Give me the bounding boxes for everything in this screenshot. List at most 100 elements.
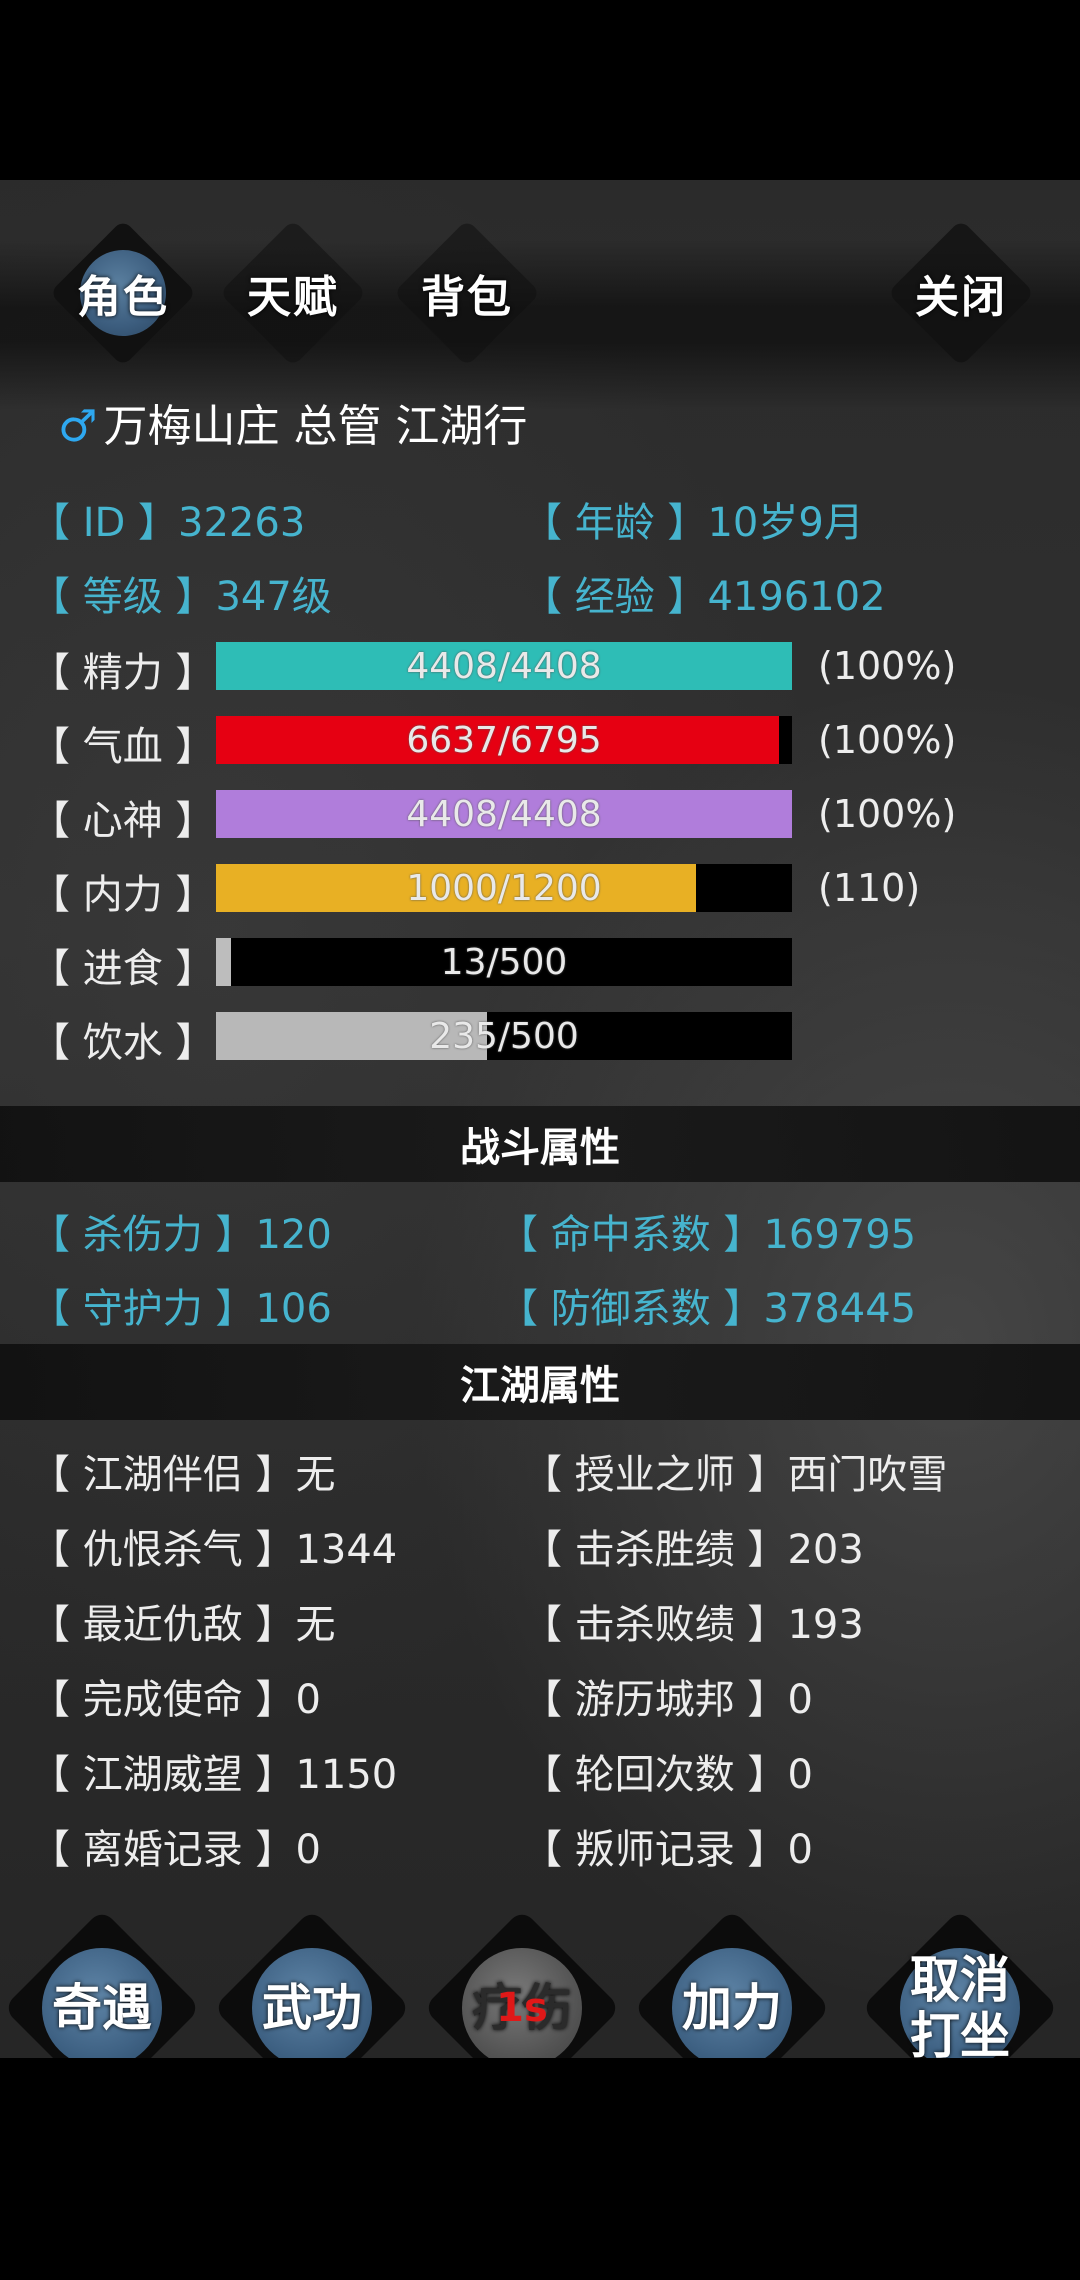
attr-value: 无 (295, 1452, 336, 1498)
def-coef-label: 【 防御系数 】 (498, 1286, 764, 1332)
stat-bar-value: 235/500 (429, 1015, 579, 1057)
section-jianghu-title: 江湖属性 (460, 1363, 620, 1409)
jianghu-attr-left: 【 江湖伴侣 】无 (30, 1442, 335, 1500)
attr-label: 【 叛师记录 】 (522, 1827, 788, 1873)
jianghu-attr-left: 【 最近仇敌 】无 (30, 1592, 335, 1650)
kill-power-value: 120 (255, 1212, 332, 1258)
stat-percent: (100%) (818, 792, 957, 836)
stat-bar-value: 1000/1200 (406, 867, 602, 909)
kill-power-label: 【 杀伤力 】 (30, 1212, 256, 1258)
attr-label: 【 离婚记录 】 (30, 1827, 296, 1873)
character-title-row: ♂ 万梅山庄 总管 江湖行 (58, 390, 527, 454)
hit-coef-value: 169795 (763, 1212, 917, 1258)
stat-percent: (100%) (818, 718, 957, 762)
stat-bar-value: 4408/4408 (406, 645, 602, 687)
power-up-label: 加力 (682, 1979, 782, 2037)
exp-value: 4196102 (707, 574, 886, 620)
level-row: 【 等级 】347级 (30, 564, 332, 622)
jianghu-attr-right: 【 叛师记录 】0 (522, 1817, 813, 1875)
jianghu-attr-left: 【 仇恨杀气 】1344 (30, 1517, 397, 1575)
guard-power-row: 【 守护力 】106 (30, 1276, 332, 1334)
adventure-label: 奇遇 (52, 1979, 152, 2037)
tab-label: 背包 (421, 272, 513, 323)
attr-label: 【 击杀胜绩 】 (522, 1527, 788, 1573)
stat-bar: 4408/4408 (216, 790, 792, 838)
attr-label: 【 最近仇敌 】 (30, 1602, 296, 1648)
attr-value: 0 (295, 1827, 321, 1873)
def-coef-value: 378445 (763, 1286, 917, 1332)
stat-bar: 235/500 (216, 1012, 792, 1060)
martial-arts-button[interactable]: 武功 (213, 1909, 411, 2058)
stat-percent: (100%) (818, 644, 957, 688)
adventure-button[interactable]: 奇遇 (3, 1909, 201, 2058)
stat-bar: 1000/1200 (216, 864, 792, 912)
stat-bar-value: 6637/6795 (406, 719, 602, 761)
character-title: 万梅山庄 总管 江湖行 (103, 401, 528, 452)
attr-label: 【 江湖威望 】 (30, 1752, 296, 1798)
cancel-meditate-line1: 取消 (910, 1951, 1010, 2009)
tab-label: 天赋 (247, 272, 339, 323)
stat-label: 【 精力 】 (30, 650, 216, 696)
martial-arts-label: 武功 (262, 1979, 362, 2037)
stat-bar-value: 4408/4408 (406, 793, 602, 835)
stat-label: 【 进食 】 (30, 946, 216, 992)
close-button[interactable]: 关闭 (887, 219, 1035, 367)
tab-backpack[interactable]: 背包 (393, 219, 541, 367)
power-up-button[interactable]: 加力 (633, 1909, 831, 2058)
stat-label: 【 气血 】 (30, 724, 216, 770)
exp-row: 【 经验 】4196102 (522, 564, 886, 622)
def-coef-row: 【 防御系数 】378445 (498, 1276, 916, 1334)
level-label: 【 等级 】 (30, 574, 216, 620)
age-row: 【 年龄 】10岁9月 (522, 490, 864, 548)
jianghu-attr-left: 【 完成使命 】0 (30, 1667, 321, 1725)
attr-label: 【 授业之师 】 (522, 1452, 788, 1498)
close-label: 关闭 (915, 272, 1007, 323)
jianghu-attr-right: 【 轮回次数 】0 (522, 1742, 813, 1800)
attr-value: 0 (787, 1752, 813, 1798)
character-panel: 角色 天赋 背包 关闭 ♂ 万梅山庄 总管 江湖行 【 ID 】32263 【 年… (0, 180, 1080, 2058)
jianghu-attr-right: 【 授业之师 】西门吹雪 (522, 1442, 947, 1500)
attr-value: 0 (295, 1677, 321, 1723)
jianghu-attr-left: 【 离婚记录 】0 (30, 1817, 321, 1875)
tab-talent[interactable]: 天赋 (219, 219, 367, 367)
guard-power-value: 106 (255, 1286, 332, 1332)
male-icon: ♂ (58, 401, 98, 452)
attr-label: 【 击杀败绩 】 (522, 1602, 788, 1648)
stat-label: 【 心神 】 (30, 798, 216, 844)
hit-coef-label: 【 命中系数 】 (498, 1212, 764, 1258)
kill-power-row: 【 杀伤力 】120 (30, 1202, 332, 1260)
stat-bar: 4408/4408 (216, 642, 792, 690)
section-combat: 战斗属性 (0, 1106, 1080, 1182)
exp-label: 【 经验 】 (522, 574, 708, 620)
attr-label: 【 完成使命 】 (30, 1677, 296, 1723)
hit-coef-row: 【 命中系数 】169795 (498, 1202, 916, 1260)
attr-value: 203 (787, 1527, 864, 1573)
attr-label: 【 仇恨杀气 】 (30, 1527, 296, 1573)
cancel-meditate-button[interactable]: 取消 打坐 (861, 1909, 1059, 2058)
guard-power-label: 【 守护力 】 (30, 1286, 256, 1332)
tab-character[interactable]: 角色 (49, 219, 197, 367)
id-value: 32263 (178, 500, 306, 546)
section-combat-title: 战斗属性 (460, 1125, 620, 1171)
stat-label: 【 饮水 】 (30, 1020, 216, 1066)
attr-value: 西门吹雪 (787, 1452, 948, 1498)
stat-percent: (110) (818, 866, 921, 910)
attr-value: 无 (295, 1602, 336, 1648)
heal-button[interactable]: 疗伤 1s (423, 1909, 621, 2058)
cancel-meditate-label: 取消 打坐 (910, 1952, 1010, 2058)
attr-value: 0 (787, 1827, 813, 1873)
age-value: 10岁9月 (707, 500, 864, 546)
cooldown-timer: 1s (496, 1985, 548, 2031)
level-value: 347级 (215, 574, 332, 620)
stat-bar: 6637/6795 (216, 716, 792, 764)
attr-value: 1150 (295, 1752, 398, 1798)
jianghu-attr-right: 【 游历城邦 】0 (522, 1667, 813, 1725)
jianghu-attr-right: 【 击杀胜绩 】203 (522, 1517, 864, 1575)
attr-label: 【 游历城邦 】 (522, 1677, 788, 1723)
cancel-meditate-line2: 打坐 (910, 2007, 1010, 2058)
jianghu-attr-right: 【 击杀败绩 】193 (522, 1592, 864, 1650)
attr-value: 1344 (295, 1527, 398, 1573)
stat-bar-value: 13/500 (440, 941, 568, 983)
id-label: 【 ID 】 (30, 500, 179, 546)
jianghu-attr-left: 【 江湖威望 】1150 (30, 1742, 397, 1800)
